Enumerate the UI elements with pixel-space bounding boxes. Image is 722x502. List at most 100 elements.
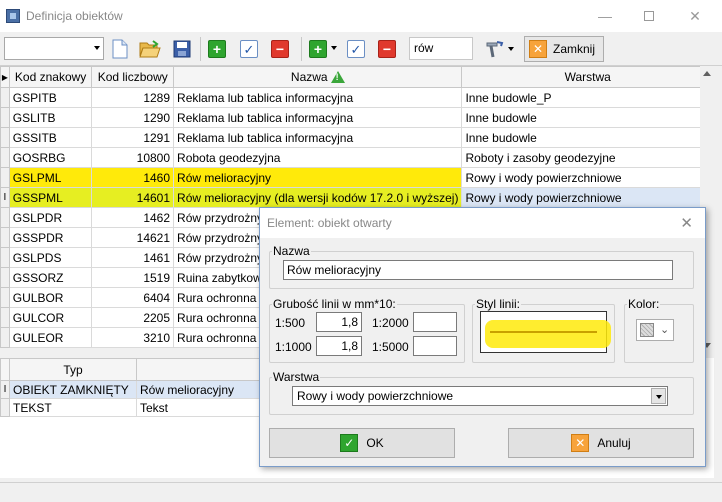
confirm-element-button[interactable]: ✓ xyxy=(344,37,368,61)
table-row[interactable]: I GSSPML 14601 Rów melioracyjny (dla wersji… xyxy=(0,187,714,208)
table-cell[interactable]: 6404 xyxy=(91,287,175,308)
column-header-typ[interactable]: Typ xyxy=(9,358,137,381)
maximize-button[interactable] xyxy=(626,0,672,32)
table-cell[interactable]: Reklama lub tablica informacyjna xyxy=(173,127,463,148)
table-cell[interactable]: GULBOR xyxy=(8,287,93,308)
column-header-kod-liczbowy[interactable]: Kod liczbowy xyxy=(91,66,175,88)
column-header-kod-znakowy[interactable]: Kod znakowy xyxy=(8,66,93,88)
table-cell[interactable]: Reklama lub tablica informacyjna xyxy=(173,107,463,128)
row-indicator-header: ▸ xyxy=(0,66,10,88)
nazwa-legend: Nazwa xyxy=(273,244,310,258)
scale-4-input[interactable] xyxy=(413,336,457,356)
table-cell[interactable]: 14621 xyxy=(91,227,175,248)
table-row[interactable]: GSLPML 1460 Rów melioracyjny Rowy i wody po… xyxy=(0,167,714,188)
table-cell[interactable]: 10800 xyxy=(91,147,175,168)
column-header-nazwa[interactable]: Nazwa xyxy=(173,66,463,88)
table-cell[interactable]: Inne budowle xyxy=(461,107,714,128)
table-cell[interactable]: GSLPDS xyxy=(8,247,93,268)
save-button[interactable] xyxy=(170,37,194,61)
nazwa-input[interactable]: Rów melioracyjny xyxy=(283,260,673,280)
row-marker xyxy=(0,267,10,288)
current-row-marker: I xyxy=(0,187,10,208)
scale-1-input[interactable]: 1,8 xyxy=(316,312,362,332)
table-cell[interactable]: Inne budowle xyxy=(461,127,714,148)
confirm-button[interactable]: ✓ xyxy=(237,37,261,61)
remove-element-button[interactable]: − xyxy=(375,37,399,61)
chevron-down-icon[interactable] xyxy=(331,46,337,50)
search-input[interactable]: rów xyxy=(409,37,473,60)
minimize-button[interactable]: — xyxy=(582,0,628,32)
row-marker xyxy=(0,107,10,128)
table-cell[interactable]: 2205 xyxy=(91,307,175,328)
table-cell[interactable]: GSSITB xyxy=(8,127,93,148)
chevron-down-icon xyxy=(651,388,666,404)
table-cell[interactable]: GOSRBG xyxy=(8,147,93,168)
table-cell[interactable]: 1462 xyxy=(91,207,175,228)
table-row[interactable]: GSSITB 1291 Reklama lub tablica informacyj… xyxy=(0,127,714,148)
table-cell[interactable]: 1290 xyxy=(91,107,175,128)
color-swatch xyxy=(640,323,654,337)
table-cell[interactable]: Reklama lub tablica informacyjna xyxy=(173,87,463,108)
table-cell[interactable]: Robota geodezyjna xyxy=(173,147,463,168)
add-element-button[interactable]: + xyxy=(306,37,330,61)
current-row-marker: I xyxy=(0,380,10,399)
table-cell[interactable]: 1289 xyxy=(91,87,175,108)
table-cell[interactable]: Rowy i wody powierzchniowe xyxy=(461,187,714,208)
scale-3-label: 1:1000 xyxy=(275,340,312,354)
table-cell[interactable]: 1461 xyxy=(91,247,175,268)
table-cell[interactable]: Roboty i zasoby geodezyjne xyxy=(461,147,714,168)
table-row[interactable]: GOSRBG 10800 Robota geodezyjna Roboty i zas… xyxy=(0,147,714,168)
table-cell[interactable]: GULEOR xyxy=(8,327,93,348)
table-cell[interactable]: GSPITB xyxy=(8,87,93,108)
toolbar-separator xyxy=(200,37,201,61)
table-cell[interactable]: Rów melioracyjny (dla wersji kodów 17.2.… xyxy=(173,187,463,208)
close-window-button[interactable]: ✕ xyxy=(672,0,718,32)
table-cell[interactable]: 1291 xyxy=(91,127,175,148)
table-cell[interactable]: GSSPDR xyxy=(8,227,93,248)
wrench-icon xyxy=(486,41,504,58)
ok-button[interactable]: ✓ OK xyxy=(269,428,455,458)
title-bar: Definicja obiektów — ✕ xyxy=(0,0,722,32)
remove-button[interactable]: − xyxy=(268,37,292,61)
table-cell[interactable]: GULCOR xyxy=(8,307,93,328)
table-cell[interactable]: GSLPDR xyxy=(8,207,93,228)
table-row[interactable]: GSLITB 1290 Reklama lub tablica informacyj… xyxy=(0,107,714,128)
table-cell[interactable]: GSSORZ xyxy=(8,267,93,288)
toolbar-separator xyxy=(301,37,302,61)
chevron-down-icon xyxy=(94,46,100,50)
table-cell[interactable]: 3210 xyxy=(91,327,175,348)
warstwa-select[interactable]: Rowy i wody powierzchniowe xyxy=(292,386,668,406)
column-header-warstwa[interactable]: Warstwa xyxy=(461,66,714,88)
cancel-button[interactable]: ✕ Anuluj xyxy=(508,428,694,458)
scale-3-input[interactable]: 1,8 xyxy=(316,336,362,356)
line-style-picker[interactable] xyxy=(480,311,611,353)
table-cell[interactable]: Inne budowle_P xyxy=(461,87,714,108)
filter-combo[interactable] xyxy=(4,37,104,60)
table-cell[interactable]: 14601 xyxy=(91,187,175,208)
scale-2-input[interactable] xyxy=(413,312,457,332)
app-icon xyxy=(6,9,20,23)
tools-button[interactable] xyxy=(482,37,516,61)
table-cell[interactable]: GSSPML xyxy=(8,187,93,208)
table-cell[interactable]: GSLPML xyxy=(8,167,93,188)
scale-4-label: 1:5000 xyxy=(372,340,409,354)
table-cell[interactable]: TEKST xyxy=(9,398,137,417)
check-icon: ✓ xyxy=(240,40,258,58)
new-file-button[interactable] xyxy=(108,37,132,61)
table-cell[interactable]: 1519 xyxy=(91,267,175,288)
color-picker[interactable]: ⌄ xyxy=(636,319,674,341)
close-button[interactable]: ✕ Zamknij xyxy=(524,36,604,62)
dialog-close-icon[interactable]: ✕ xyxy=(680,214,693,232)
open-folder-button[interactable] xyxy=(138,37,162,61)
table-cell[interactable]: Rów melioracyjny xyxy=(173,167,463,188)
table-cell[interactable]: GSLITB xyxy=(8,107,93,128)
chevron-down-icon: ⌄ xyxy=(660,324,670,336)
add-button[interactable]: + xyxy=(205,37,229,61)
table-cell[interactable]: Rowy i wody powierzchniowe xyxy=(461,167,714,188)
table-cell[interactable]: OBIEKT ZAMKNIĘTY xyxy=(9,380,137,399)
table-row[interactable]: GSPITB 1289 Reklama lub tablica informacyj… xyxy=(0,87,714,108)
scroll-up-icon[interactable] xyxy=(703,71,711,76)
minus-icon: − xyxy=(271,40,289,58)
table-cell[interactable]: 1460 xyxy=(91,167,175,188)
minimize-icon: — xyxy=(598,8,612,24)
